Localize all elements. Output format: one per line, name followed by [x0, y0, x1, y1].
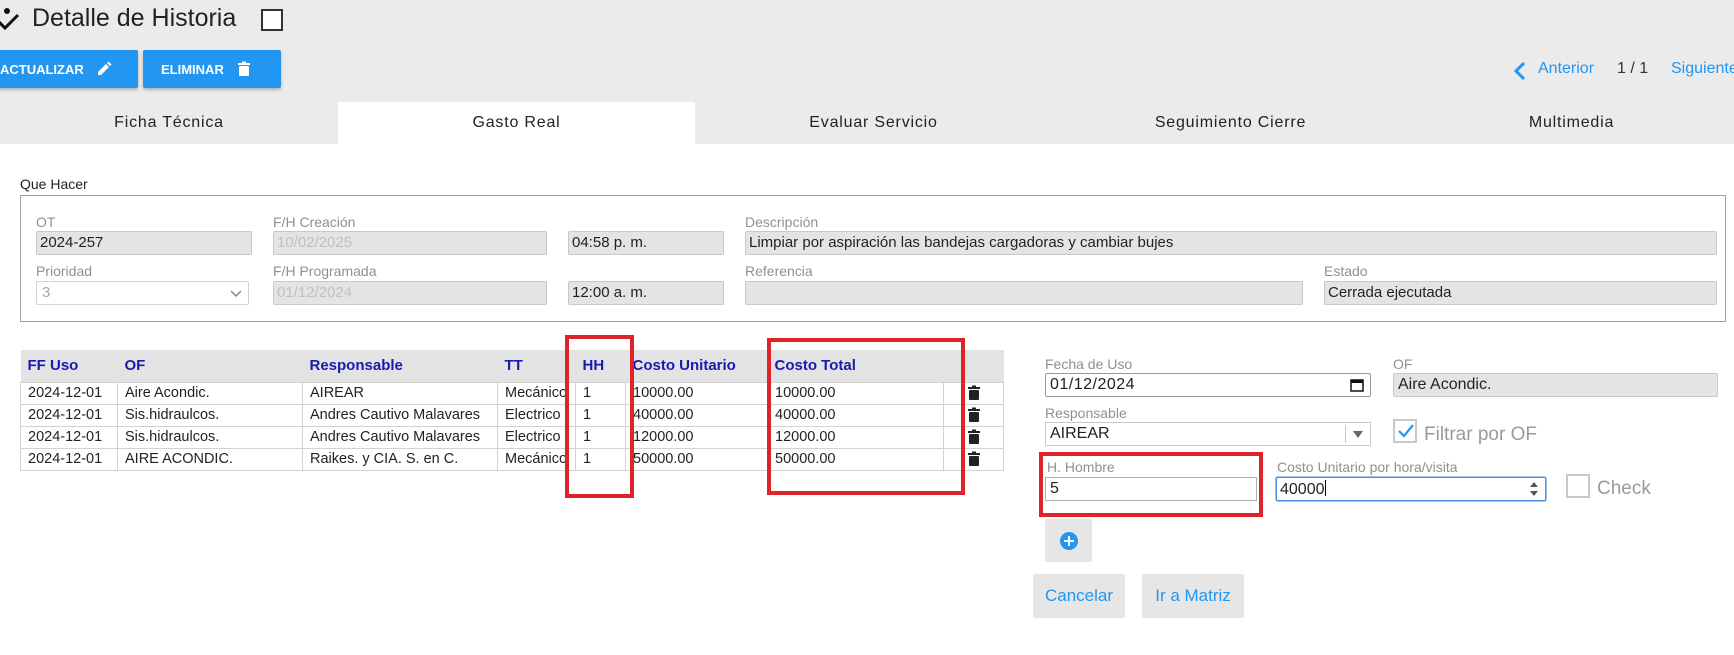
- title-checkbox[interactable]: [261, 9, 283, 31]
- programada-time-field[interactable]: 12:00 a. m.: [568, 281, 724, 305]
- cell-of: AIRE ACONDIC.: [117, 447, 303, 471]
- descripcion-field[interactable]: Limpiar por aspiración las bandejas carg…: [745, 231, 1717, 255]
- column-header[interactable]: TT: [497, 350, 576, 382]
- cell-responsable: Raikes. y CIA. S. en C.: [302, 447, 498, 471]
- matrix-button[interactable]: Ir a Matriz: [1142, 574, 1244, 618]
- cell-of: Aire Acondic.: [117, 381, 303, 405]
- programada-label: F/H Programada: [273, 263, 377, 279]
- referencia-label: Referencia: [745, 263, 813, 279]
- tab-seguimiento-cierre[interactable]: Seguimiento Cierre: [1052, 102, 1409, 144]
- chevron-down-icon: [230, 290, 242, 298]
- calendar-icon[interactable]: [1350, 378, 1364, 392]
- prioridad-label: Prioridad: [36, 263, 93, 279]
- cell-of: Sis.hidraulcos.: [117, 425, 303, 449]
- creacion-date-field[interactable]: 10/02/2025: [273, 231, 547, 255]
- cell-costo-unitario: 10000.00: [625, 381, 768, 405]
- cell-tt: Mecánico: [497, 381, 576, 405]
- highlight-costo-total-column: [767, 338, 965, 495]
- tab-evaluar-servicio[interactable]: Evaluar Servicio: [695, 102, 1052, 144]
- cell-ff-uso: 2024-12-01: [20, 425, 118, 449]
- page-title: Detalle de Historia: [32, 4, 237, 32]
- cell-ff-uso: 2024-12-01: [20, 381, 118, 405]
- delete-button-label: ELIMINAR: [161, 61, 224, 77]
- estado-field[interactable]: Cerrada ejecutada: [1324, 281, 1717, 305]
- cell-of: Sis.hidraulcos.: [117, 403, 303, 427]
- filtrar-label: Filtrar por OF: [1424, 424, 1537, 445]
- ot-label: OT: [36, 214, 56, 230]
- creacion-label: F/H Creación: [273, 214, 356, 230]
- tab-gasto-real[interactable]: Gasto Real: [338, 102, 695, 144]
- cell-costo-unitario: 40000.00: [625, 403, 768, 427]
- column-header[interactable]: Responsable: [302, 350, 498, 382]
- plus-circle-icon: [1059, 531, 1078, 550]
- highlight-hh-column: [565, 335, 634, 498]
- column-header[interactable]: FF Uso: [20, 350, 118, 382]
- column-header[interactable]: OF: [117, 350, 303, 382]
- tab-multimedia[interactable]: Multimedia: [1409, 102, 1734, 144]
- cell-costo-unitario: 12000.00: [625, 425, 768, 449]
- cancel-button[interactable]: Cancelar: [1033, 574, 1125, 618]
- next-link[interactable]: Siguiente: [1671, 60, 1734, 78]
- cell-ff-uso: 2024-12-01: [20, 447, 118, 471]
- trash-icon[interactable]: [967, 385, 981, 401]
- prioridad-select[interactable]: 3: [36, 281, 249, 305]
- cell-ff-uso: 2024-12-01: [20, 403, 118, 427]
- checkmark-icon: [1398, 424, 1414, 438]
- tab-ficha-tecnica[interactable]: Ficha Técnica: [0, 102, 338, 144]
- update-button-label: ACTUALIZAR: [0, 61, 84, 77]
- hh-input[interactable]: 5: [1045, 477, 1257, 501]
- check-label: Check: [1597, 478, 1651, 499]
- fecha-value: 01/12/2024: [1050, 376, 1136, 393]
- cell-tt: Mecánico: [497, 447, 576, 471]
- of-field[interactable]: Aire Acondic.: [1393, 373, 1718, 397]
- trash-icon[interactable]: [967, 407, 981, 423]
- ot-field[interactable]: 2024-257: [36, 231, 252, 255]
- trash-icon[interactable]: [967, 451, 981, 467]
- cell-responsable: Andres Cautivo Malavares: [302, 425, 498, 449]
- column-header[interactable]: Costo Unitario: [625, 350, 768, 382]
- costo-label: Costo Unitario por hora/visita: [1277, 459, 1458, 475]
- of-label: OF: [1393, 356, 1413, 372]
- check-checkbox[interactable]: [1566, 474, 1590, 498]
- page-counter: 1 / 1: [1617, 60, 1649, 77]
- update-button[interactable]: ACTUALIZAR: [0, 50, 138, 88]
- que-hacer-legend: Que Hacer: [20, 176, 88, 192]
- referencia-field[interactable]: [745, 281, 1303, 305]
- responsable-select[interactable]: AIREAR: [1045, 422, 1371, 446]
- hh-label: H. Hombre: [1047, 459, 1115, 475]
- chevron-left-icon[interactable]: [1512, 61, 1528, 81]
- creacion-time-field[interactable]: 04:58 p. m.: [568, 231, 724, 255]
- pencil-icon: [97, 61, 112, 75]
- cell-responsable: AIREAR: [302, 381, 498, 405]
- cell-responsable: Andres Cautivo Malavares: [302, 403, 498, 427]
- cell-tt: Electrico: [497, 403, 576, 427]
- check-icon: [0, 8, 20, 31]
- programada-date-field[interactable]: 01/12/2024: [273, 281, 547, 305]
- cell-tt: Electrico: [497, 425, 576, 449]
- fecha-input[interactable]: 01/12/2024: [1045, 373, 1371, 397]
- estado-label: Estado: [1324, 263, 1368, 279]
- trash-icon: [237, 61, 250, 76]
- cell-costo-unitario: 50000.00: [625, 447, 768, 471]
- filtrar-checkbox[interactable]: [1393, 419, 1417, 443]
- responsable-value: AIREAR: [1050, 425, 1110, 442]
- fecha-label: Fecha de Uso: [1045, 356, 1133, 372]
- spinner-icon[interactable]: [1529, 481, 1539, 497]
- caret-down-icon: [1353, 431, 1363, 438]
- add-button[interactable]: [1045, 519, 1092, 562]
- previous-link[interactable]: Anterior: [1538, 60, 1594, 78]
- descripcion-label: Descripción: [745, 214, 819, 230]
- prioridad-value: 3: [42, 284, 51, 301]
- delete-button[interactable]: ELIMINAR: [143, 50, 281, 88]
- trash-icon[interactable]: [967, 429, 981, 445]
- responsable-label: Responsable: [1045, 405, 1127, 421]
- costo-input[interactable]: 40000: [1276, 477, 1546, 501]
- costo-value: 40000: [1280, 481, 1325, 498]
